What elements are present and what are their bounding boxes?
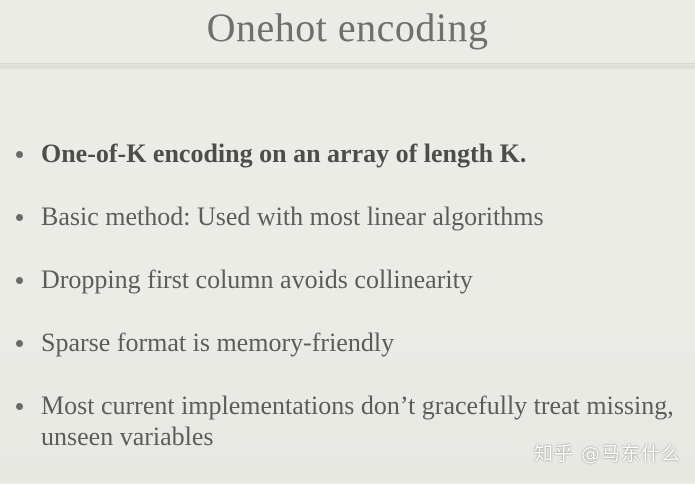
bullet-item: Dropping first column avoids collinearit… [12,264,682,295]
bullet-dot-icon [16,151,23,158]
title-divider [0,63,695,70]
bullet-text: One-of-K encoding on an array of length … [41,139,527,168]
bullet-item: Sparse format is memory-friendly [12,327,682,358]
bullet-item: Basic method: Used with most linear algo… [12,201,682,232]
bullet-dot-icon [16,340,23,347]
bullet-dot-icon [16,277,23,284]
bullet-list: One-of-K encoding on an array of length … [12,138,682,484]
bullet-item: One-of-K encoding on an array of length … [12,138,682,169]
bullet-dot-icon [16,403,23,410]
slide-title: Onehot encoding [206,5,489,50]
bullet-text: Sparse format is memory-friendly [41,328,395,357]
watermark: 知乎 @马东什么 [533,443,681,465]
slide: Onehot encoding One-of-K encoding on an … [0,0,695,482]
bullet-text: Dropping first column avoids collinearit… [41,265,473,294]
bullet-dot-icon [16,214,23,221]
bullet-text: Basic method: Used with most linear algo… [41,202,544,231]
